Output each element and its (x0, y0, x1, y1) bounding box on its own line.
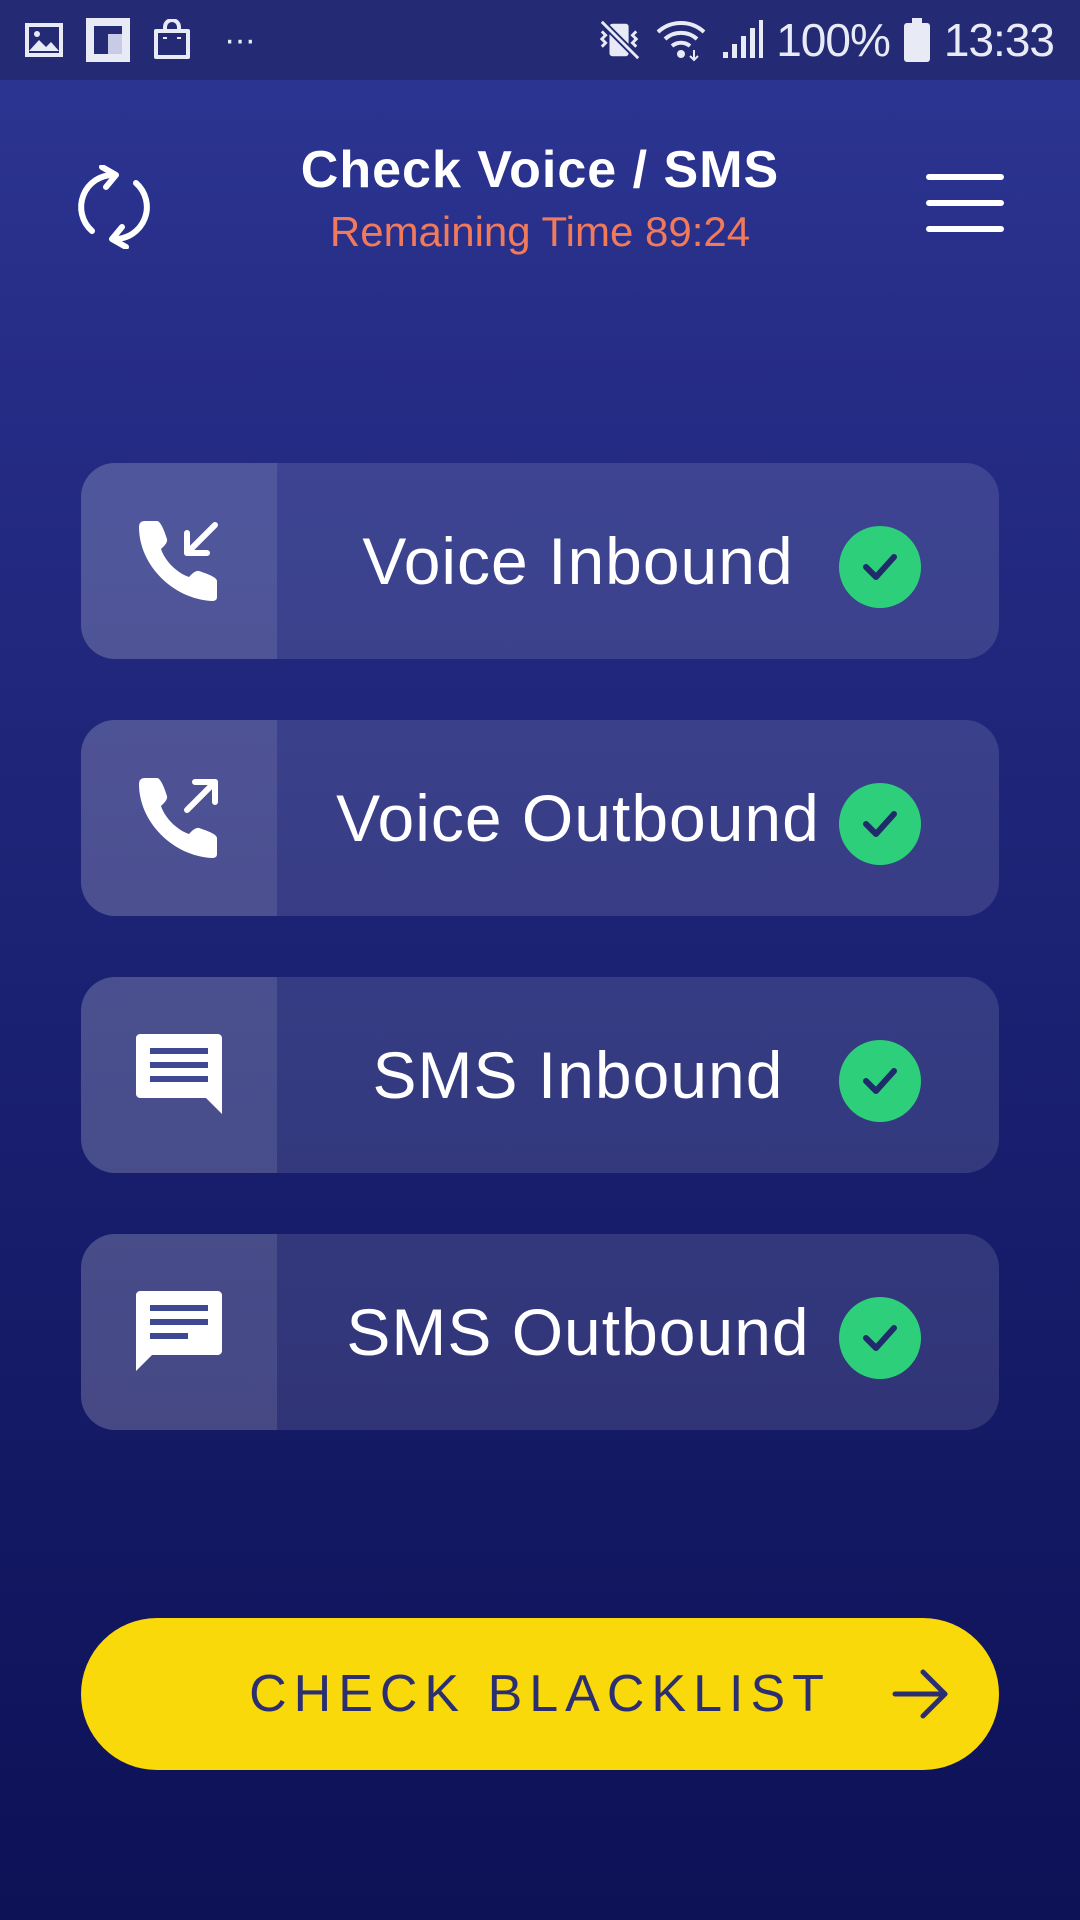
card-icon-box (81, 720, 277, 916)
app-header: Check Voice / SMS Remaining Time 89:24 (0, 80, 1080, 310)
arrow-right-icon (892, 1669, 948, 1719)
wifi-icon (654, 18, 708, 62)
battery-icon (902, 18, 932, 62)
shopping-bag-icon (150, 18, 194, 62)
check-card-voice-inbound[interactable]: Voice Inbound (81, 463, 999, 659)
page-title: Check Voice / SMS (300, 141, 780, 199)
message-inbound-icon (136, 1034, 222, 1114)
phone-incoming-icon (139, 521, 218, 601)
flipboard-icon (86, 18, 130, 62)
status-check-icon (839, 1297, 921, 1379)
check-card-sms-inbound[interactable]: SMS Inbound (81, 977, 999, 1173)
status-check-icon (839, 783, 921, 865)
status-bar: ··· 100% 13:33 (0, 0, 1080, 80)
phone-outgoing-icon (139, 778, 218, 858)
check-card-sms-outbound[interactable]: SMS Outbound (81, 1234, 999, 1430)
status-left: ··· (22, 18, 275, 62)
mute-icon (598, 18, 642, 62)
check-card-voice-outbound[interactable]: Voice Outbound (81, 720, 999, 916)
overflow-dots: ··· (224, 20, 256, 59)
status-check-icon (839, 1040, 921, 1122)
battery-percent: 100% (776, 14, 891, 66)
menu-button[interactable] (922, 168, 1006, 238)
check-blacklist-button[interactable]: CHECK BLACKLIST (81, 1618, 999, 1770)
status-right: 100% 13:33 (586, 13, 1055, 67)
message-outbound-icon (136, 1291, 222, 1371)
hamburger-menu-icon (926, 174, 1004, 232)
clock: 13:33 (943, 14, 1055, 66)
cta-label: CHECK BLACKLIST (249, 1665, 831, 1723)
status-check-icon (839, 526, 921, 608)
gallery-icon (22, 18, 66, 62)
card-icon-box (81, 1234, 277, 1430)
remaining-time: Remaining Time 89:24 (329, 208, 751, 255)
card-icon-box (81, 977, 277, 1173)
card-icon-box (81, 463, 277, 659)
signal-icon (720, 18, 764, 62)
